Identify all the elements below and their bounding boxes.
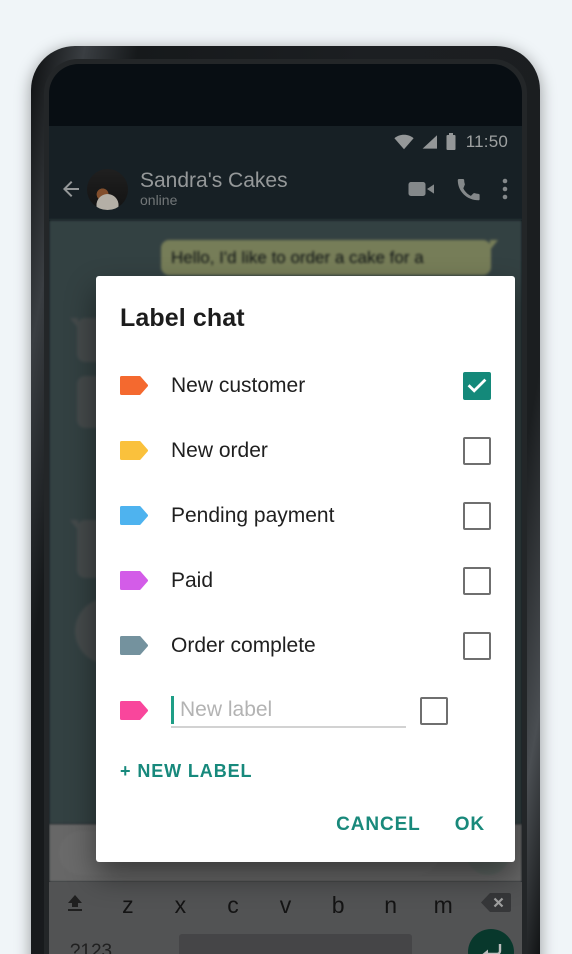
label-checkbox[interactable] xyxy=(463,501,491,530)
add-new-label-button[interactable]: + NEW LABEL xyxy=(120,761,491,782)
label-name: Pending payment xyxy=(171,503,335,527)
label-checkbox[interactable] xyxy=(463,631,491,660)
label-tag-icon xyxy=(120,701,149,720)
phone-screen: 11:50 Sandra's Cakes online Hello, I'd l… xyxy=(49,64,522,954)
label-row[interactable]: Paid xyxy=(120,548,491,613)
label-checkbox[interactable] xyxy=(463,566,491,595)
cancel-button[interactable]: CANCEL xyxy=(336,814,421,836)
label-tag-icon xyxy=(120,441,149,460)
ok-button[interactable]: OK xyxy=(455,814,485,836)
label-row[interactable]: Order complete xyxy=(120,613,491,678)
dialog-action-bar: CANCEL OK xyxy=(120,786,491,854)
label-tag-icon xyxy=(120,636,149,655)
new-label-row[interactable]: New label xyxy=(120,678,491,743)
phone-frame: 11:50 Sandra's Cakes online Hello, I'd l… xyxy=(31,46,540,954)
new-label-placeholder: New label xyxy=(180,697,273,721)
label-list: New customer New order Pending payment Paid… xyxy=(120,353,491,678)
label-name: Order complete xyxy=(171,633,316,657)
label-chat-dialog: Label chat New customer New order Pending … xyxy=(96,276,515,862)
text-cursor xyxy=(171,695,174,724)
label-name: New order xyxy=(171,438,268,462)
label-tag-icon xyxy=(120,506,149,525)
label-tag-icon xyxy=(120,376,149,395)
label-checkbox[interactable] xyxy=(463,371,491,400)
label-row[interactable]: New customer xyxy=(120,353,491,418)
label-row[interactable]: Pending payment xyxy=(120,483,491,548)
label-tag-icon xyxy=(120,571,149,590)
label-name: Paid xyxy=(171,568,214,592)
screenshot-canvas: 11:50 Sandra's Cakes online Hello, I'd l… xyxy=(0,0,572,954)
phone-bezel: 11:50 Sandra's Cakes online Hello, I'd l… xyxy=(44,59,527,954)
label-checkbox[interactable] xyxy=(420,696,448,725)
new-label-input[interactable]: New label xyxy=(171,694,406,728)
label-name: New customer xyxy=(171,373,306,397)
dialog-title: Label chat xyxy=(120,304,245,332)
label-row[interactable]: New order xyxy=(120,418,491,483)
label-checkbox[interactable] xyxy=(463,436,491,465)
